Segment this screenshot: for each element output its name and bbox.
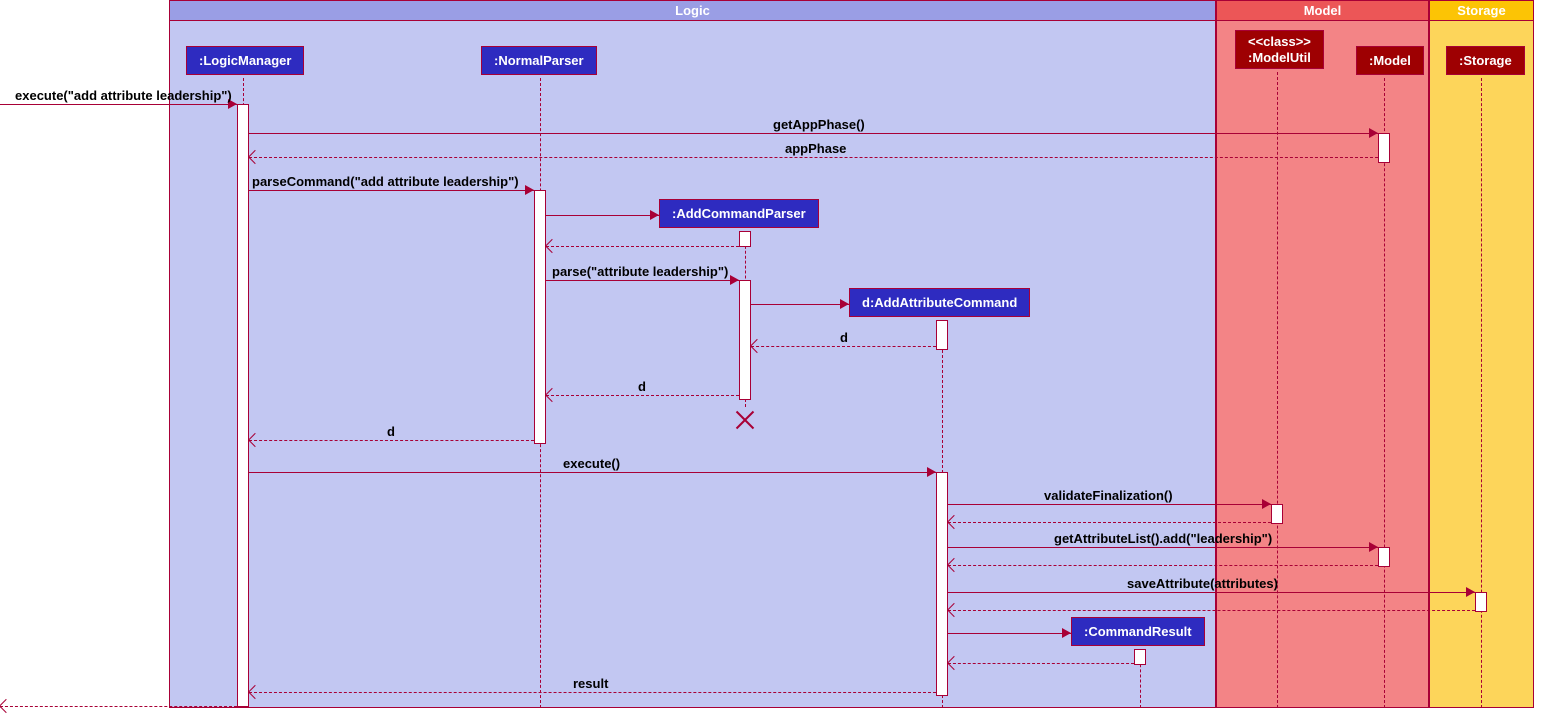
command-result-activation: [1134, 649, 1146, 665]
msg-executecall-arrow: [927, 467, 936, 477]
msg-executecall-line: [249, 472, 936, 473]
msg-cr-ret: [948, 663, 1134, 664]
add-command-parser-activation1: [739, 231, 751, 247]
model-header: Model: [1217, 1, 1428, 21]
add-command-parser-head: :AddCommandParser: [659, 199, 819, 228]
model-activation2: [1378, 547, 1390, 567]
msg-appphase-line: [249, 157, 1378, 158]
msg-d2-line: [546, 395, 739, 396]
msg-parse-line: [546, 280, 739, 281]
msg-result-label: result: [573, 676, 608, 691]
msg-validate-ret: [948, 522, 1271, 523]
msg-validate-label: validateFinalization(): [1044, 488, 1173, 503]
msg-create-aac-line: [751, 304, 849, 305]
msg-execute-line: [0, 104, 237, 105]
msg-d2-label: d: [638, 379, 646, 394]
msg-parse-label: parse("attribute leadership"): [552, 264, 728, 279]
msg-d1-line: [751, 346, 936, 347]
storage-header: Storage: [1430, 1, 1533, 21]
msg-getattrlist-line: [948, 547, 1378, 548]
add-command-parser-activation2: [739, 280, 751, 400]
msg-saveattr-arrow: [1466, 587, 1475, 597]
msg-saveattr-ret: [948, 610, 1475, 611]
storage-lifeline: [1481, 78, 1482, 708]
add-attr-cmd-activation1: [936, 320, 948, 350]
destroy-acp: [735, 410, 755, 430]
msg-validate-line: [948, 504, 1271, 505]
msg-finalout-arrow: [0, 699, 13, 713]
logic-header: Logic: [170, 1, 1215, 21]
storage-head: :Storage: [1446, 46, 1525, 75]
msg-getappphase-label: getAppPhase(): [773, 117, 865, 132]
model-container: Model: [1216, 0, 1429, 708]
msg-validate-arrow: [1262, 499, 1271, 509]
msg-parsecommand-line: [249, 190, 534, 191]
msg-getappphase-line: [249, 133, 1378, 134]
msg-create-aac-arrow: [840, 299, 849, 309]
msg-getattrlist-arrow: [1369, 542, 1378, 552]
model-util-label: :ModelUtil: [1248, 50, 1311, 65]
normal-parser-activation: [534, 190, 546, 444]
normal-parser-head: :NormalParser: [481, 46, 597, 75]
msg-create-cr-arrow: [1062, 628, 1071, 638]
msg-create-acp-line: [546, 215, 659, 216]
msg-parsecommand-arrow: [525, 185, 534, 195]
msg-result-line: [249, 692, 936, 693]
msg-saveattr-line: [948, 592, 1475, 593]
model-activation1: [1378, 133, 1390, 163]
storage-activation: [1475, 592, 1487, 612]
msg-d1-label: d: [840, 330, 848, 345]
model-util-activation: [1271, 504, 1283, 524]
msg-parse-arrow: [730, 275, 739, 285]
msg-create-cr-line: [948, 633, 1071, 634]
logic-manager-activation: [237, 104, 249, 707]
logic-container: Logic: [169, 0, 1216, 708]
msg-executecall-label: execute(): [563, 456, 620, 471]
model-lifeline: [1384, 78, 1385, 708]
add-attribute-command-head: d:AddAttributeCommand: [849, 288, 1030, 317]
model-head: :Model: [1356, 46, 1424, 75]
msg-create-acp-arrow: [650, 210, 659, 220]
msg-appphase-label: appPhase: [785, 141, 846, 156]
msg-getattrlist-label: getAttributeList().add("leadership"): [1054, 531, 1272, 546]
msg-d3-label: d: [387, 424, 395, 439]
msg-finalout-line: [0, 706, 237, 707]
logic-manager-head: :LogicManager: [186, 46, 304, 75]
msg-getappphase-arrow: [1369, 128, 1378, 138]
msg-acp-return-line: [546, 246, 739, 247]
msg-getattrlist-ret: [948, 565, 1378, 566]
command-result-head: :CommandResult: [1071, 617, 1205, 646]
model-util-lifeline: [1277, 72, 1278, 708]
model-util-head: <<class>> :ModelUtil: [1235, 30, 1324, 69]
msg-d3-line: [249, 440, 534, 441]
model-util-stereo: <<class>>: [1248, 34, 1311, 49]
msg-execute-label: execute("add attribute leadership"): [15, 88, 232, 103]
msg-saveattr-label: saveAttribute(attributes): [1127, 576, 1278, 591]
msg-parsecommand-label: parseCommand("add attribute leadership"): [252, 174, 519, 189]
